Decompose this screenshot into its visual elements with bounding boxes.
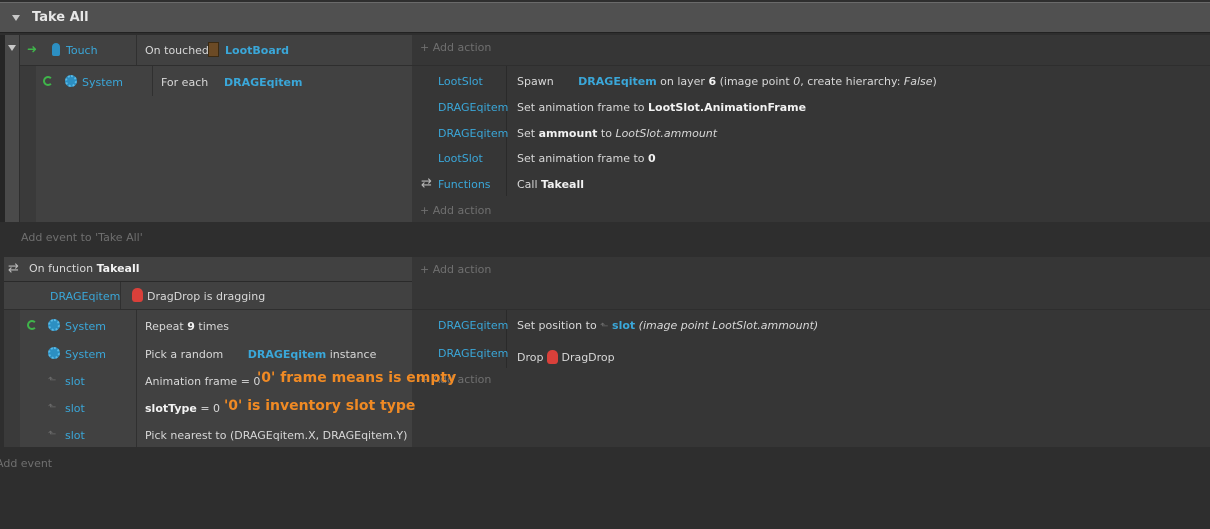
action-object[interactable]: LootSlot [438,75,483,88]
collapse-triangle-icon[interactable] [12,15,20,21]
action-text[interactable]: Set position to ⬑ slot (image point Loot… [517,319,818,332]
dragdrop-icon [546,350,558,364]
condition-row[interactable]: ⬑ slot Pick nearest to (DRAGEqitem.X, DR… [20,421,412,447]
action-row[interactable]: ⇄ Functions Call Takeall [412,173,1210,197]
condition-row[interactable]: System Repeat 9 times [20,312,412,338]
condition-object[interactable]: slot [65,375,85,388]
event-collapse-icon[interactable] [8,45,16,51]
sub-event-foreach-actions: LootSlot Spawn DRAGEqitem on layer 6 (im… [412,66,1210,222]
add-action-link[interactable]: + Add action [420,263,491,276]
action-text[interactable]: Set animation frame to LootSlot.Animatio… [517,101,806,114]
sub-event-margin [4,310,20,447]
condition-object[interactable]: System [65,348,106,361]
action-text[interactable]: Drop DragDrop [517,347,615,364]
lootboard-icon [208,42,219,57]
action-object[interactable]: DRAGEqitem [438,101,508,114]
add-action-label: Add action [432,204,492,217]
system-gear-icon [48,319,60,331]
condition-target[interactable]: DRAGEqitem [224,76,302,89]
annotation-empty-frame: '0' frame means is empty [257,370,457,386]
condition-object[interactable]: DRAGEqitem [50,290,120,303]
condition-text[interactable]: slotType = 0 [145,402,220,415]
function-trigger[interactable]: On function Takeall [29,262,140,275]
function-event-conditions[interactable]: ⇄ On function Takeall DRAGEqitem DragDro… [4,257,412,309]
add-event-label: Add event [0,457,53,470]
condition-text[interactable]: Pick a random DRAGEqitem instance [145,348,376,361]
group-title: Take All [32,10,89,25]
condition-text[interactable]: Repeat 9 times [145,320,229,333]
system-gear-icon [48,347,60,359]
functions-icon: ⇄ [421,176,432,191]
condition-target[interactable]: LootBoard [225,44,289,57]
condition-object[interactable]: System [82,76,123,89]
add-action-label: Add action [432,263,492,276]
loop-icon [27,320,37,330]
action-object[interactable]: DRAGEqitem [438,347,508,360]
action-row[interactable]: DRAGEqitem Drop DragDrop [412,341,1210,365]
condition-text[interactable]: On touched [145,44,209,57]
add-action-link[interactable]: + Add action [420,41,491,54]
event-touch-actions: + Add action [412,35,1210,65]
dragdrop-icon [132,288,143,302]
condition-object[interactable]: System [65,320,106,333]
action-object[interactable]: DRAGEqitem [438,319,508,332]
action-text[interactable]: Spawn DRAGEqitem on layer 6 (image point… [517,75,937,88]
add-event-label: Add event to 'Take All' [21,231,143,244]
condition-object[interactable]: slot [65,402,85,415]
add-action-label: Add action [432,41,492,54]
action-text[interactable]: Set ammount to LootSlot.ammount [517,127,717,140]
condition-object[interactable]: slot [65,429,85,442]
condition-object[interactable]: Touch [66,44,98,57]
slot-icon: ⬑ [48,375,57,386]
condition-text[interactable]: DragDrop is dragging [147,290,265,303]
action-text[interactable]: Call Takeall [517,178,584,191]
slot-icon: ⬑ [600,321,609,332]
action-object[interactable]: DRAGEqitem [438,127,508,140]
action-row[interactable]: DRAGEqitem Set position to ⬑ slot (image… [412,313,1210,337]
event-touch-conditions[interactable]: ➜ Touch On touched LootBoard [20,35,412,65]
system-gear-icon [65,75,77,87]
annotation-slot-type: '0' is inventory slot type [224,398,416,414]
group-header[interactable]: Take All [0,2,1210,33]
action-row[interactable]: DRAGEqitem Set ammount to LootSlot.ammou… [412,122,1210,146]
touch-icon [52,43,60,56]
condition-text[interactable]: Pick nearest to (DRAGEqitem.X, DRAGEqite… [145,429,407,442]
condition-text[interactable]: Animation frame = 0 [145,375,260,388]
repeat-sub-event-actions: DRAGEqitem Set position to ⬑ slot (image… [412,310,1210,447]
sub-event-foreach-conditions[interactable]: System For each DRAGEqitem [36,66,412,222]
condition-text[interactable]: For each [161,76,208,89]
add-action-link[interactable]: + Add action [420,204,491,217]
add-event-row[interactable]: Add event [0,452,1210,474]
action-text[interactable]: Set animation frame to 0 [517,152,656,165]
slot-icon: ⬑ [48,402,57,413]
function-event-actions: + Add action [412,257,1210,309]
action-row[interactable]: LootSlot Set animation frame to 0 [412,147,1210,171]
condition-row[interactable]: System Pick a random DRAGEqitem instance [20,340,412,366]
sub-event-margin [20,66,36,222]
add-event-to-group[interactable]: Add event to 'Take All' [20,222,1210,252]
loop-icon [43,76,53,86]
trigger-arrow-icon: ➜ [27,42,38,56]
action-object[interactable]: Functions [438,178,491,191]
slot-icon: ⬑ [48,429,57,440]
event-margin[interactable] [5,35,19,222]
action-row[interactable]: LootSlot Spawn DRAGEqitem on layer 6 (im… [412,70,1210,94]
action-object[interactable]: LootSlot [438,152,483,165]
action-row[interactable]: DRAGEqitem Set animation frame to LootSl… [412,96,1210,120]
function-icon: ⇄ [8,261,19,276]
